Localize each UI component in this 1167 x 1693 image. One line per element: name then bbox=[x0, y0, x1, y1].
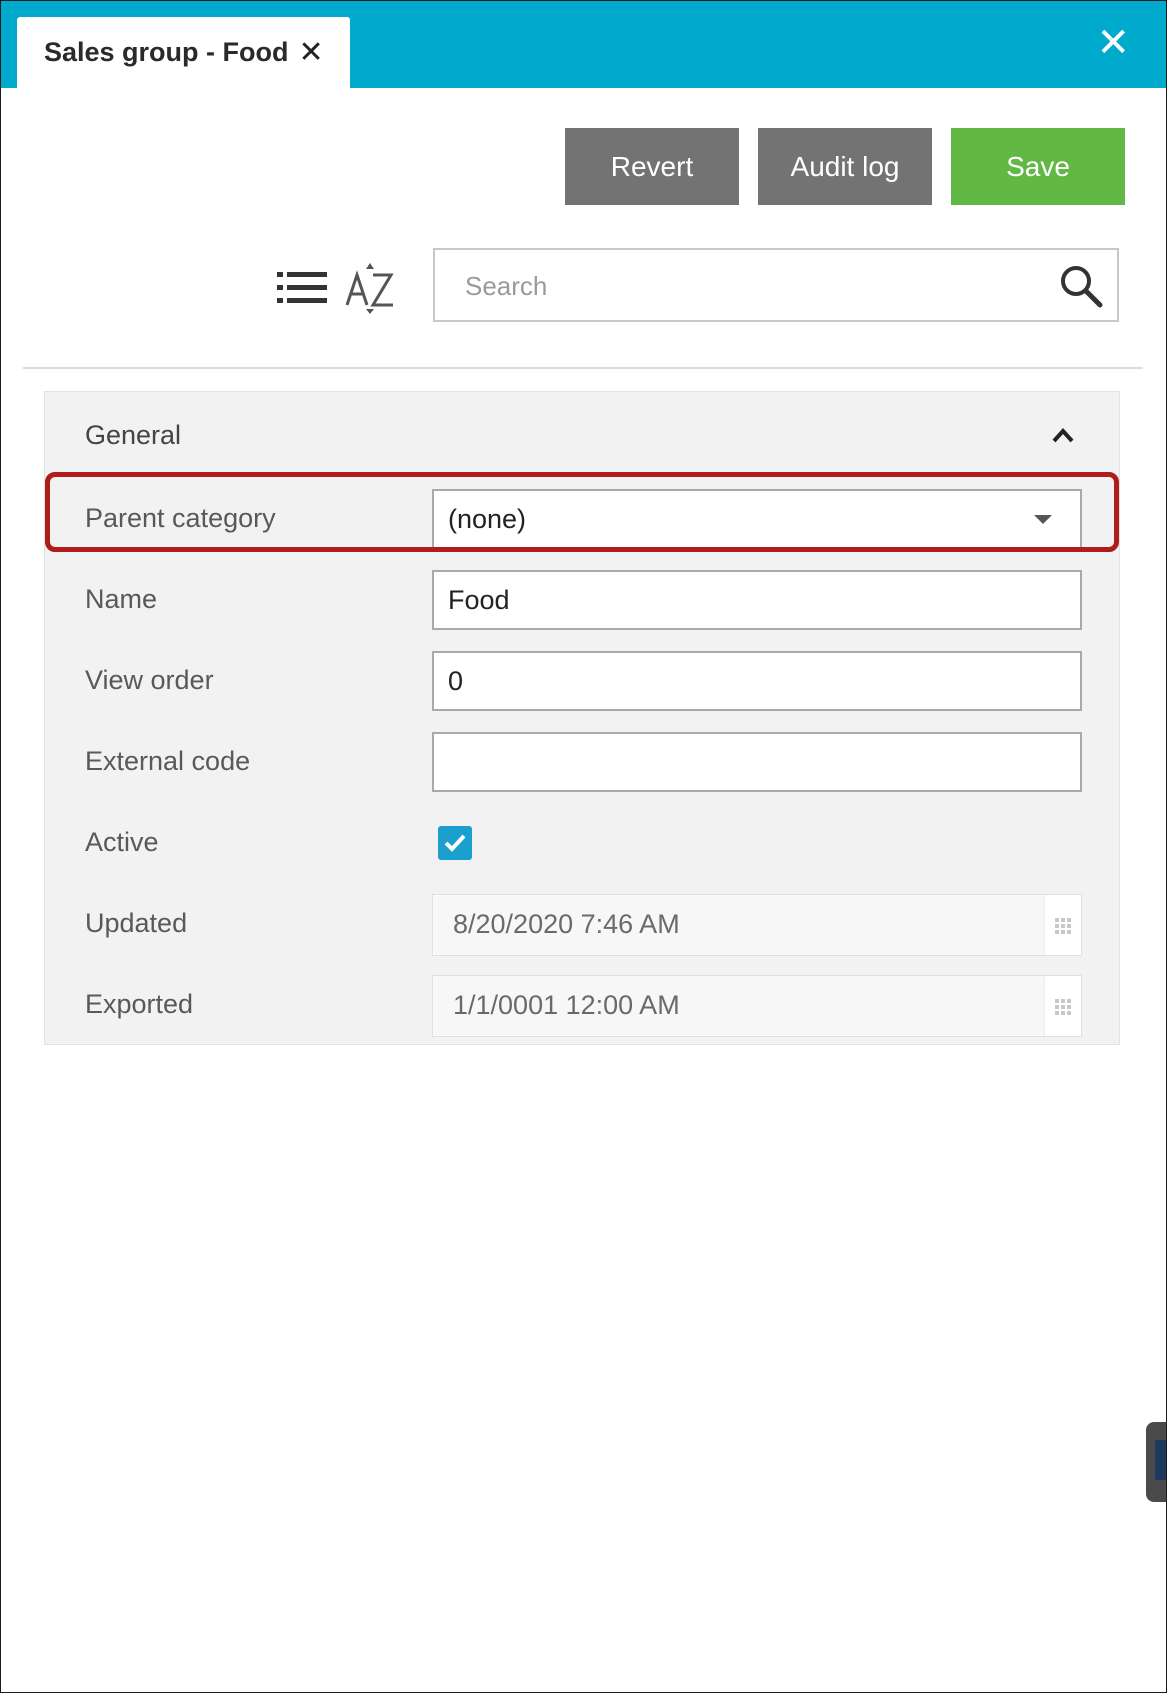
save-button[interactable]: Save bbox=[951, 128, 1125, 205]
calendar-grid-icon bbox=[1055, 999, 1071, 1015]
general-section: General Parent category (none) Name View… bbox=[44, 391, 1120, 1045]
exported-label: Exported bbox=[85, 989, 194, 1019]
list-view-icon[interactable] bbox=[277, 271, 327, 305]
window-close-icon[interactable]: ✕ bbox=[1096, 23, 1130, 63]
updated-value: 8/20/2020 7:46 AM bbox=[453, 909, 680, 939]
parent-category-label: Parent category bbox=[85, 503, 276, 533]
header-bar: Sales group - Food ✕ ✕ bbox=[1, 1, 1166, 88]
external-code-field[interactable] bbox=[432, 732, 1082, 792]
side-panel-handle-icon bbox=[1155, 1440, 1166, 1480]
name-field[interactable] bbox=[432, 570, 1082, 630]
tab-close-icon[interactable]: ✕ bbox=[299, 37, 324, 68]
sort-az-icon[interactable] bbox=[345, 259, 397, 315]
updated-calendar-button[interactable] bbox=[1044, 895, 1081, 955]
section-title: General bbox=[85, 420, 182, 450]
updated-label: Updated bbox=[85, 908, 188, 938]
updated-field: 8/20/2020 7:46 AM bbox=[432, 894, 1082, 956]
search-box bbox=[433, 248, 1119, 322]
side-panel-handle[interactable] bbox=[1146, 1422, 1166, 1502]
exported-value: 1/1/0001 12:00 AM bbox=[453, 990, 680, 1020]
view-order-field[interactable] bbox=[432, 651, 1082, 711]
external-code-label: External code bbox=[85, 746, 251, 776]
chevron-up-icon[interactable] bbox=[1051, 426, 1075, 444]
divider bbox=[23, 367, 1143, 369]
tab-title: Sales group - Food bbox=[44, 37, 289, 67]
name-label: Name bbox=[85, 584, 158, 614]
search-icon[interactable] bbox=[1059, 264, 1103, 308]
exported-field: 1/1/0001 12:00 AM bbox=[432, 975, 1082, 1037]
tab-sales-group-food[interactable]: Sales group - Food ✕ bbox=[17, 17, 350, 88]
chevron-down-icon bbox=[1034, 514, 1052, 524]
calendar-grid-icon bbox=[1055, 918, 1071, 934]
view-order-label: View order bbox=[85, 665, 214, 695]
sales-group-dialog: Sales group - Food ✕ ✕ Revert Audit log … bbox=[0, 0, 1167, 1693]
revert-button[interactable]: Revert bbox=[565, 128, 739, 205]
checkmark-icon bbox=[444, 834, 466, 852]
audit-log-button[interactable]: Audit log bbox=[758, 128, 932, 205]
active-label: Active bbox=[85, 827, 159, 857]
exported-calendar-button[interactable] bbox=[1044, 976, 1081, 1036]
active-checkbox[interactable] bbox=[438, 826, 472, 860]
search-input[interactable] bbox=[463, 250, 1047, 322]
parent-category-value: (none) bbox=[448, 503, 527, 534]
parent-category-select[interactable]: (none) bbox=[432, 489, 1082, 549]
